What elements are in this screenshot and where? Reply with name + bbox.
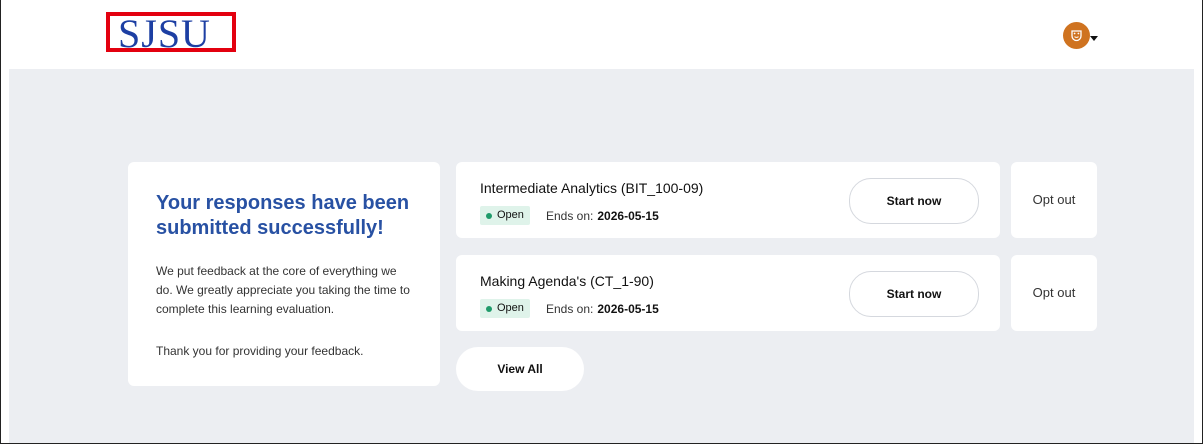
mask-icon xyxy=(1071,30,1082,42)
start-now-button[interactable]: Start now xyxy=(849,178,979,224)
opt-out-button[interactable]: Opt out xyxy=(1011,162,1097,238)
end-date-value: 2026-05-15 xyxy=(597,209,659,223)
end-date-label: Ends on: xyxy=(546,209,594,223)
status-dot-icon xyxy=(486,212,492,219)
success-message: We put feedback at the core of everythin… xyxy=(156,264,410,316)
end-date-value: 2026-05-15 xyxy=(597,302,659,316)
sjsu-logo: SJSU xyxy=(118,11,211,56)
end-date-label: Ends on: xyxy=(546,302,594,316)
status-label: Open xyxy=(497,209,524,221)
end-date: Ends on: 2026-05-15 xyxy=(546,301,659,317)
view-all-button[interactable]: View All xyxy=(456,347,584,391)
main-content: Your responses have been submitted succe… xyxy=(9,69,1194,443)
chevron-down-icon[interactable] xyxy=(1090,36,1098,41)
start-now-button[interactable]: Start now xyxy=(849,271,979,317)
status-badge: Open xyxy=(480,206,530,225)
end-date: Ends on: 2026-05-15 xyxy=(546,208,659,224)
status-badge: Open xyxy=(480,299,530,318)
thank-you-message: Thank you for providing your feedback. xyxy=(156,344,364,358)
success-title: Your responses have been submitted succe… xyxy=(156,192,410,239)
success-card: Your responses have been submitted succe… xyxy=(128,162,440,386)
evaluation-card: Intermediate Analytics (BIT_100-09) Open… xyxy=(456,162,1000,238)
app-window: SJSU Your responses have been submitted … xyxy=(0,0,1203,444)
opt-out-button[interactable]: Opt out xyxy=(1011,255,1097,331)
evaluation-card: Making Agenda's (CT_1-90) Open Ends on: 2… xyxy=(456,255,1000,331)
logo-highlight-box[interactable]: SJSU xyxy=(106,12,236,56)
top-bar: SJSU xyxy=(1,0,1202,69)
evaluation-title: Making Agenda's (CT_1-90) xyxy=(480,273,654,289)
status-dot-icon xyxy=(486,305,492,312)
status-label: Open xyxy=(497,302,524,314)
user-avatar[interactable] xyxy=(1063,22,1090,49)
evaluation-title: Intermediate Analytics (BIT_100-09) xyxy=(480,180,704,196)
